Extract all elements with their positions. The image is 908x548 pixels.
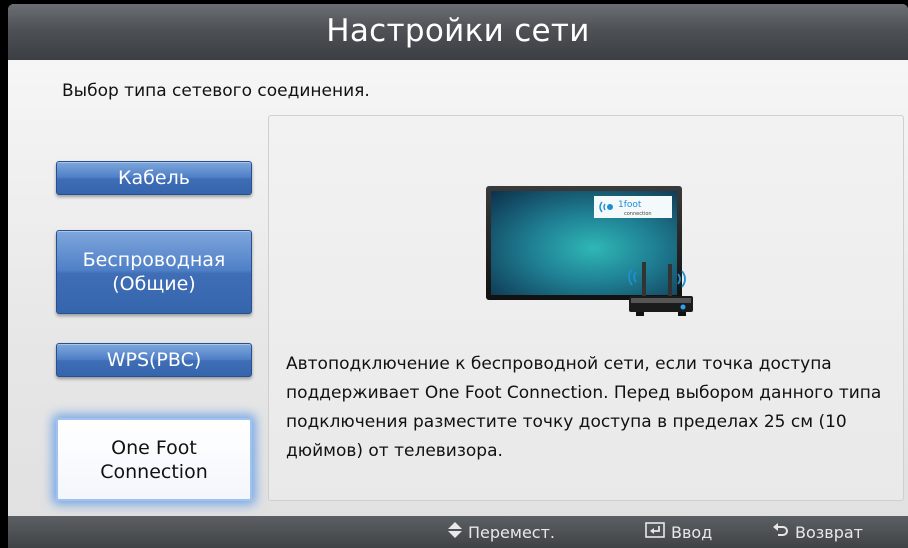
description-panel: 1foot connection Автоподключение к беспр…: [268, 115, 904, 501]
hint-return: Возврат: [773, 516, 863, 548]
logo-text: 1foot: [618, 200, 642, 210]
option-label: Кабель: [118, 167, 190, 189]
option-label-line2: (Общие): [112, 273, 196, 295]
hint-return-label: Возврат: [795, 522, 863, 542]
up-down-arrow-icon: [448, 522, 462, 542]
option-label-line2: Connection: [100, 460, 208, 483]
option-description: Автоподключение к беспроводной сети, есл…: [286, 354, 882, 461]
hint-move-label: Перемест.: [468, 522, 555, 542]
hint-move: Перемест.: [448, 516, 555, 548]
title-bar: Настройки сети: [8, 4, 908, 60]
option-wps-pbc-button[interactable]: WPS(PBC): [56, 343, 252, 377]
logo-subtext: connection: [624, 211, 652, 217]
dialog-window: Настройки сети Выбор типа сетевого соеди…: [8, 4, 908, 548]
tv-router-illustration: 1foot connection: [486, 186, 693, 316]
hint-enter-label: Ввод: [671, 522, 713, 542]
footer-bar: Перемест. Ввод Возврат: [8, 516, 908, 548]
return-icon: [773, 522, 789, 542]
instruction-text: Выбор типа сетевого соединения.: [62, 81, 370, 101]
content-area: Выбор типа сетевого соединения. Кабель Б…: [8, 60, 908, 516]
hint-enter: Ввод: [645, 516, 712, 548]
one-foot-logo-icon: 1foot connection: [594, 196, 672, 218]
option-label: WPS(PBC): [106, 349, 202, 371]
option-label-line1: Беспроводная: [82, 249, 226, 271]
option-cable-button[interactable]: Кабель: [56, 161, 252, 195]
page-title: Настройки сети: [326, 13, 590, 49]
option-wireless-general-button[interactable]: Беспроводная (Общие): [56, 230, 252, 314]
option-one-foot-connection-button[interactable]: One Foot Connection: [56, 418, 252, 501]
enter-icon: [645, 522, 665, 542]
option-label-line1: One Foot: [111, 436, 197, 459]
